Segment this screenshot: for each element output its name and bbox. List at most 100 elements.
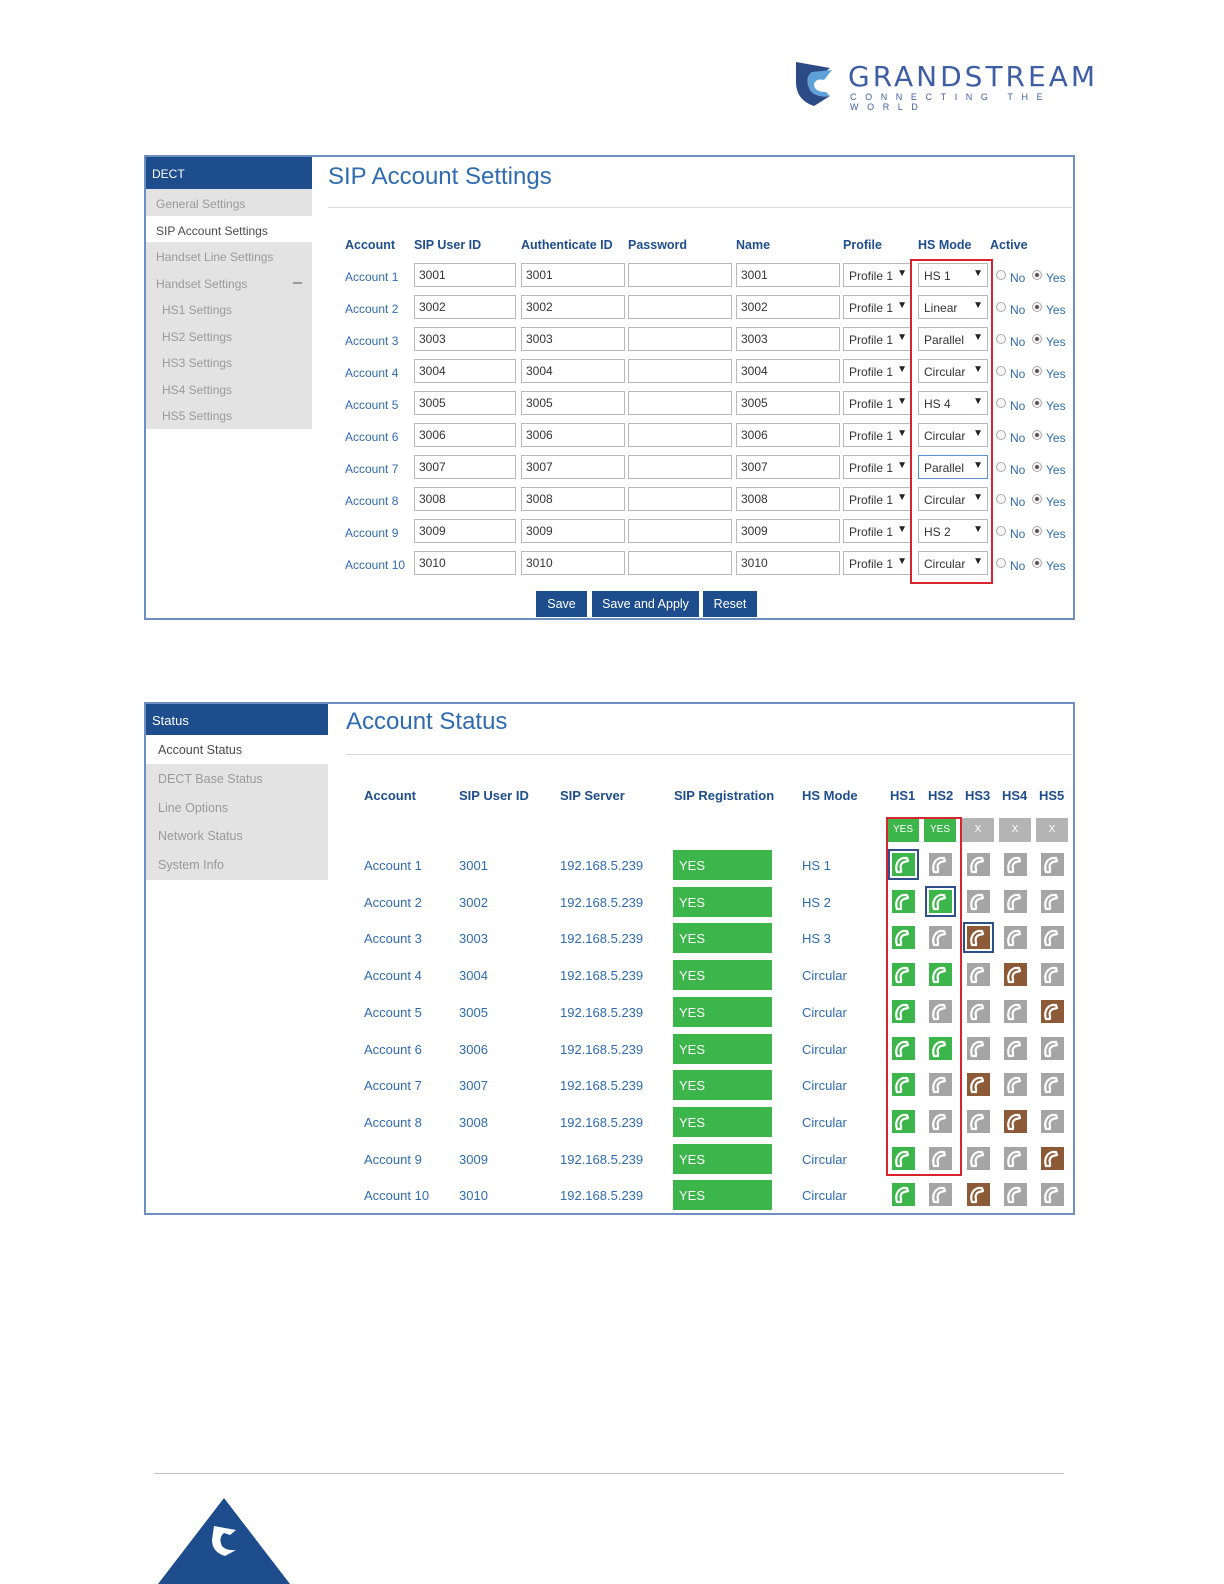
handset-phone-icon bbox=[1004, 889, 1027, 913]
sip-user-id-input[interactable]: 3010 bbox=[414, 551, 516, 575]
password-input[interactable] bbox=[628, 551, 732, 575]
name-input[interactable]: 3001 bbox=[736, 263, 840, 287]
active-yes-radio[interactable] bbox=[1032, 558, 1042, 568]
password-input[interactable] bbox=[628, 487, 732, 511]
active-no-radio[interactable] bbox=[996, 334, 1006, 344]
active-no-radio[interactable] bbox=[996, 558, 1006, 568]
radio-label-yes: Yes bbox=[1046, 431, 1066, 445]
sip-user-id-input[interactable]: 3007 bbox=[414, 455, 516, 479]
sidebar-item[interactable]: System Info bbox=[146, 850, 328, 879]
sip-user-id-input[interactable]: 3002 bbox=[414, 295, 516, 319]
active-yes-radio[interactable] bbox=[1032, 430, 1042, 440]
sip-user-id-input[interactable]: 3009 bbox=[414, 519, 516, 543]
password-input[interactable] bbox=[628, 423, 732, 447]
active-yes-radio[interactable] bbox=[1032, 462, 1042, 472]
profile-select[interactable]: Profile 1 ▼ bbox=[843, 359, 912, 383]
sidebar-item[interactable]: HS4 Settings bbox=[146, 375, 312, 402]
authenticate-id-input[interactable]: 3003 bbox=[521, 327, 625, 351]
sidebar-item[interactable]: General Settings bbox=[146, 189, 312, 216]
active-no-radio[interactable] bbox=[996, 494, 1006, 504]
active-no-radio[interactable] bbox=[996, 430, 1006, 440]
profile-select[interactable]: Profile 1 ▼ bbox=[843, 327, 912, 351]
sidebar-item[interactable]: HS3 Settings bbox=[146, 348, 312, 375]
profile-select[interactable]: Profile 1 ▼ bbox=[843, 295, 912, 319]
sidebar-item[interactable]: SIP Account Settings bbox=[146, 215, 312, 242]
authenticate-id-input[interactable]: 3010 bbox=[521, 551, 625, 575]
sidebar-item[interactable]: Handset Settings bbox=[146, 269, 312, 296]
password-input[interactable] bbox=[628, 295, 732, 319]
active-yes-radio[interactable] bbox=[1032, 494, 1042, 504]
sip-user-id-value: 3003 bbox=[459, 931, 488, 947]
active-yes-radio[interactable] bbox=[1032, 366, 1042, 376]
reset-button[interactable]: Reset bbox=[703, 591, 757, 617]
sidebar-item[interactable]: HS5 Settings bbox=[146, 401, 312, 428]
sip-user-id-input[interactable]: 3005 bbox=[414, 391, 516, 415]
active-no-radio[interactable] bbox=[996, 398, 1006, 408]
sidebar-item[interactable]: Network Status bbox=[146, 821, 328, 850]
profile-select[interactable]: Profile 1 ▼ bbox=[843, 455, 912, 479]
password-input[interactable] bbox=[628, 327, 732, 351]
password-input[interactable] bbox=[628, 263, 732, 287]
sidebar-item[interactable]: Handset Line Settings bbox=[146, 242, 312, 269]
active-no-radio[interactable] bbox=[996, 270, 1006, 280]
sidebar-item-label: DECT Base Status bbox=[158, 771, 263, 786]
active-yes-radio[interactable] bbox=[1032, 334, 1042, 344]
column-header: Name bbox=[736, 238, 771, 252]
sip-user-id-input[interactable]: 3001 bbox=[414, 263, 516, 287]
active-no-radio[interactable] bbox=[996, 462, 1006, 472]
authenticate-id-input[interactable]: 3008 bbox=[521, 487, 625, 511]
sidebar-item[interactable]: DECT Base Status bbox=[146, 764, 328, 793]
password-input[interactable] bbox=[628, 519, 732, 543]
password-input[interactable] bbox=[628, 455, 732, 479]
name-input[interactable]: 3008 bbox=[736, 487, 840, 511]
active-no-radio[interactable] bbox=[996, 366, 1006, 376]
footer-logo-triangle-icon bbox=[158, 1498, 290, 1584]
sip-server-value: 192.168.5.239 bbox=[560, 1041, 644, 1057]
authenticate-id-input[interactable]: 3001 bbox=[521, 263, 625, 287]
save-button[interactable]: Save bbox=[536, 591, 587, 617]
radio-label-no: No bbox=[1010, 399, 1026, 413]
password-input[interactable] bbox=[628, 359, 732, 383]
sip-user-id-input[interactable]: 3008 bbox=[414, 487, 516, 511]
sidebar-item[interactable]: Line Options bbox=[146, 793, 328, 822]
sidebar-item[interactable]: HS2 Settings bbox=[146, 322, 312, 349]
name-input[interactable]: 3006 bbox=[736, 423, 840, 447]
password-input[interactable] bbox=[628, 391, 732, 415]
active-no-radio[interactable] bbox=[996, 302, 1006, 312]
name-input[interactable]: 3003 bbox=[736, 327, 840, 351]
authenticate-id-input[interactable]: 3004 bbox=[521, 359, 625, 383]
name-input[interactable]: 3009 bbox=[736, 519, 840, 543]
profile-select[interactable]: Profile 1 ▼ bbox=[843, 423, 912, 447]
authenticate-id-input[interactable]: 3006 bbox=[521, 423, 625, 447]
profile-select[interactable]: Profile 1 ▼ bbox=[843, 519, 912, 543]
authenticate-id-input[interactable]: 3009 bbox=[521, 519, 625, 543]
sidebar-item[interactable]: Account Status bbox=[146, 735, 328, 764]
sip-user-id-input[interactable]: 3004 bbox=[414, 359, 516, 383]
authenticate-id-input[interactable]: 3005 bbox=[521, 391, 625, 415]
profile-select[interactable]: Profile 1 ▼ bbox=[843, 487, 912, 511]
account-label: Account 8 bbox=[345, 494, 399, 508]
authenticate-id-input[interactable]: 3002 bbox=[521, 295, 625, 319]
name-input[interactable]: 3002 bbox=[736, 295, 840, 319]
profile-select[interactable]: Profile 1 ▼ bbox=[843, 263, 912, 287]
active-yes-radio[interactable] bbox=[1032, 270, 1042, 280]
profile-select[interactable]: Profile 1 ▼ bbox=[843, 391, 912, 415]
active-yes-radio[interactable] bbox=[1032, 526, 1042, 536]
save-and-apply-button[interactable]: Save and Apply bbox=[592, 591, 699, 617]
sip-user-id-input[interactable]: 3003 bbox=[414, 327, 516, 351]
sip-user-id-input[interactable]: 3006 bbox=[414, 423, 516, 447]
active-yes-radio[interactable] bbox=[1032, 398, 1042, 408]
active-no-radio[interactable] bbox=[996, 526, 1006, 536]
name-input[interactable]: 3010 bbox=[736, 551, 840, 575]
name-input[interactable]: 3004 bbox=[736, 359, 840, 383]
radio-label-yes: Yes bbox=[1046, 399, 1066, 413]
hs-registration-badge: X bbox=[999, 818, 1031, 842]
profile-select[interactable]: Profile 1 ▼ bbox=[843, 551, 912, 575]
minus-icon[interactable] bbox=[293, 281, 302, 284]
name-input[interactable]: 3007 bbox=[736, 455, 840, 479]
authenticate-id-input[interactable]: 3007 bbox=[521, 455, 625, 479]
radio-label-no: No bbox=[1010, 431, 1026, 445]
sidebar-item[interactable]: HS1 Settings bbox=[146, 295, 312, 322]
active-yes-radio[interactable] bbox=[1032, 302, 1042, 312]
name-input[interactable]: 3005 bbox=[736, 391, 840, 415]
